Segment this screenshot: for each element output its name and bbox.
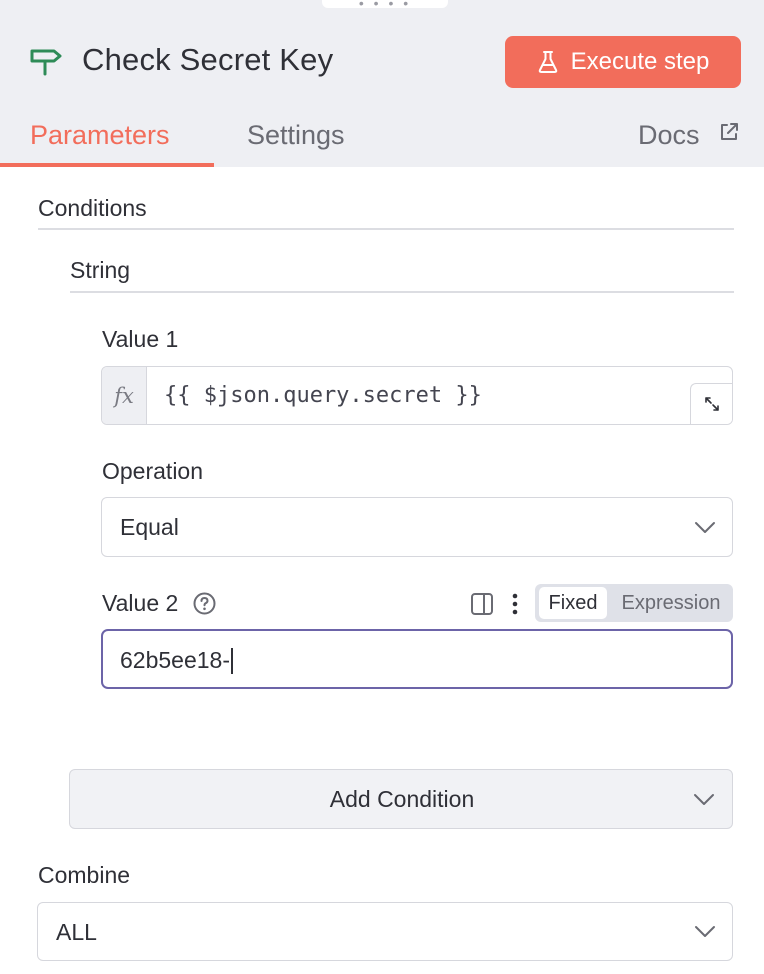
- help-icon[interactable]: [193, 592, 216, 615]
- tab-settings[interactable]: Settings: [247, 115, 345, 155]
- add-condition-label: Add Condition: [329, 786, 475, 812]
- operation-select[interactable]: Equal: [101, 497, 733, 557]
- string-divider: [70, 291, 734, 293]
- node-title: Check Secret Key: [82, 42, 334, 77]
- more-options-icon[interactable]: [508, 591, 522, 617]
- node-header: • • • • Check Secret Key Execute step Pa…: [0, 0, 764, 167]
- flask-icon: [538, 51, 557, 73]
- execute-step-button[interactable]: Execute step: [505, 36, 741, 88]
- value-mode-toggle: Fixed Expression: [535, 584, 733, 622]
- conditions-divider: [38, 228, 734, 230]
- signpost-icon: [30, 49, 62, 76]
- text-caret: [231, 648, 233, 674]
- value1-expression: {{ $json.query.secret }}: [164, 383, 482, 408]
- external-link-icon[interactable]: [718, 121, 740, 143]
- operation-label: Operation: [102, 458, 204, 484]
- operation-value: Equal: [120, 514, 179, 540]
- chevron-down-icon: [695, 522, 715, 533]
- tab-parameters[interactable]: Parameters: [30, 115, 170, 155]
- expand-icon: [705, 397, 719, 411]
- combine-value: ALL: [56, 919, 97, 945]
- value1-expression-field[interactable]: fx {{ $json.query.secret }}: [101, 366, 733, 425]
- mode-expression-option[interactable]: Expression: [615, 587, 727, 619]
- combine-select[interactable]: ALL: [37, 902, 733, 961]
- add-condition-button[interactable]: Add Condition: [69, 769, 733, 829]
- conditions-heading: Conditions: [38, 195, 147, 221]
- value2-label: Value 2: [102, 590, 179, 616]
- value2-text: 62b5ee18-: [120, 647, 230, 673]
- docs-link[interactable]: Docs: [638, 115, 700, 155]
- active-tab-indicator: [0, 163, 214, 167]
- expand-editor-button[interactable]: [690, 383, 732, 424]
- drag-handle-icon[interactable]: • • • •: [355, 0, 415, 10]
- execute-step-label: Execute step: [570, 48, 710, 75]
- fx-icon: fx: [102, 367, 147, 424]
- side-panel-icon[interactable]: [470, 592, 494, 616]
- combine-label: Combine: [38, 862, 131, 888]
- value2-input[interactable]: 62b5ee18-: [101, 629, 733, 689]
- mode-fixed-option[interactable]: Fixed: [539, 587, 607, 619]
- chevron-down-icon: [694, 794, 714, 805]
- chevron-down-icon: [695, 926, 715, 937]
- value1-label: Value 1: [102, 326, 179, 352]
- string-heading: String: [70, 257, 131, 283]
